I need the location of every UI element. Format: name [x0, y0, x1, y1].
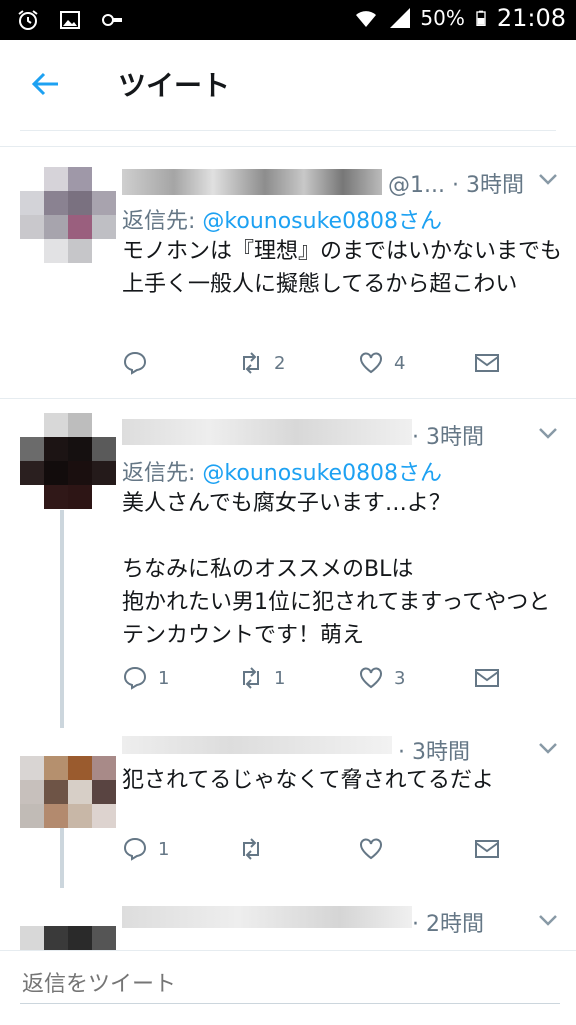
- heart-icon: [360, 838, 382, 860]
- like-count: 3: [394, 667, 406, 689]
- tweet[interactable]: · 3時間 犯されてるじゃなくて脅されてるだよ 1: [0, 730, 576, 890]
- chevron-down-icon[interactable]: [538, 914, 558, 928]
- dm-button[interactable]: [474, 836, 500, 862]
- tweet-meta: · 3時間: [398, 740, 470, 765]
- clock: 21:08: [496, 4, 566, 32]
- app-header: ツイート: [0, 40, 576, 126]
- display-name-redacted: [122, 169, 382, 195]
- back-arrow-icon[interactable]: [30, 70, 62, 98]
- key-icon: [102, 14, 122, 26]
- battery-icon: [476, 10, 486, 26]
- signal-icon: [390, 8, 411, 28]
- reply-to-handle[interactable]: @kounosuke0808さん: [202, 209, 442, 234]
- heart-icon: [360, 667, 382, 689]
- chevron-down-icon[interactable]: [538, 427, 558, 441]
- reply-button[interactable]: [122, 350, 158, 376]
- battery-percent: 50%: [420, 6, 465, 30]
- tweet[interactable]: · 2時間: [0, 892, 576, 950]
- reply-to-label: 返信先:: [122, 209, 203, 234]
- alarm-icon: [18, 10, 38, 30]
- tweet-meta: @1... · 3時間: [388, 173, 524, 198]
- chevron-down-icon[interactable]: [538, 173, 558, 187]
- retweet-button[interactable]: [238, 836, 264, 862]
- display-name-redacted: [122, 419, 412, 445]
- retweet-count: 2: [274, 352, 286, 374]
- chevron-down-icon[interactable]: [538, 742, 558, 756]
- reply-to-label: 返信先:: [122, 461, 203, 486]
- reply-button[interactable]: 1: [122, 665, 169, 691]
- like-button[interactable]: 3: [358, 665, 405, 691]
- avatar[interactable]: [20, 413, 116, 509]
- reply-count: 1: [158, 838, 170, 860]
- reply-input[interactable]: [20, 965, 560, 1004]
- tweet-actions: 1 1 3: [122, 665, 542, 699]
- like-button[interactable]: 4: [358, 350, 405, 376]
- mail-icon: [475, 840, 499, 858]
- tweet-text: 美人さんでも腐女子います…よ？ ちなみに私のオススメのBLは 抱かれたい男1位に…: [122, 491, 551, 648]
- avatar[interactable]: [20, 916, 116, 950]
- tweet-meta: · 2時間: [412, 912, 484, 937]
- retweet-count: 1: [274, 667, 286, 689]
- image-icon: [60, 11, 80, 29]
- dm-button[interactable]: [474, 350, 500, 376]
- reply-icon: [123, 351, 147, 375]
- avatar[interactable]: [20, 167, 116, 263]
- reply-to: 返信先: @kounosuke0808さん: [122, 455, 442, 487]
- display-name-redacted: [122, 736, 392, 754]
- like-button[interactable]: [358, 836, 384, 862]
- like-count: 4: [394, 352, 406, 374]
- tweet-meta: · 3時間: [412, 425, 484, 450]
- reply-icon: [123, 666, 147, 690]
- status-bar: 50% 21:08: [0, 0, 576, 40]
- wifi-icon: [356, 11, 377, 27]
- avatar[interactable]: [20, 756, 116, 852]
- divider: [20, 130, 556, 131]
- tweet[interactable]: @1... · 3時間 返信先: @kounosuke0808さん モノホンは『…: [0, 147, 576, 397]
- page-title: ツイート: [118, 69, 231, 102]
- retweet-button[interactable]: 2: [238, 350, 285, 376]
- tweet-actions: 1: [122, 836, 542, 870]
- retweet-icon: [243, 667, 259, 689]
- tweet-actions: 2 4: [122, 350, 542, 384]
- mail-icon: [475, 669, 499, 687]
- dm-button[interactable]: [474, 665, 500, 691]
- retweet-icon: [243, 838, 259, 860]
- retweet-icon: [243, 352, 259, 374]
- display-name-redacted: [122, 906, 412, 928]
- reply-to: 返信先: @kounosuke0808さん: [122, 203, 442, 235]
- reply-icon: [123, 837, 147, 861]
- reply-count: 1: [158, 667, 170, 689]
- retweet-button[interactable]: 1: [238, 665, 285, 691]
- reply-to-handle[interactable]: @kounosuke0808さん: [202, 461, 442, 486]
- tweet[interactable]: · 3時間 返信先: @kounosuke0808さん 美人さんでも腐女子います…: [0, 399, 576, 729]
- tweet-text: モノホンは『理想』のまではいかないまでも 上手く一般人に擬態してるから超こわい: [122, 239, 563, 297]
- reply-composer: [0, 950, 576, 1025]
- reply-button[interactable]: 1: [122, 836, 169, 862]
- heart-icon: [360, 352, 382, 374]
- mail-icon: [475, 354, 499, 372]
- tweet-text: 犯されてるじゃなくて脅されてるだよ: [122, 768, 495, 793]
